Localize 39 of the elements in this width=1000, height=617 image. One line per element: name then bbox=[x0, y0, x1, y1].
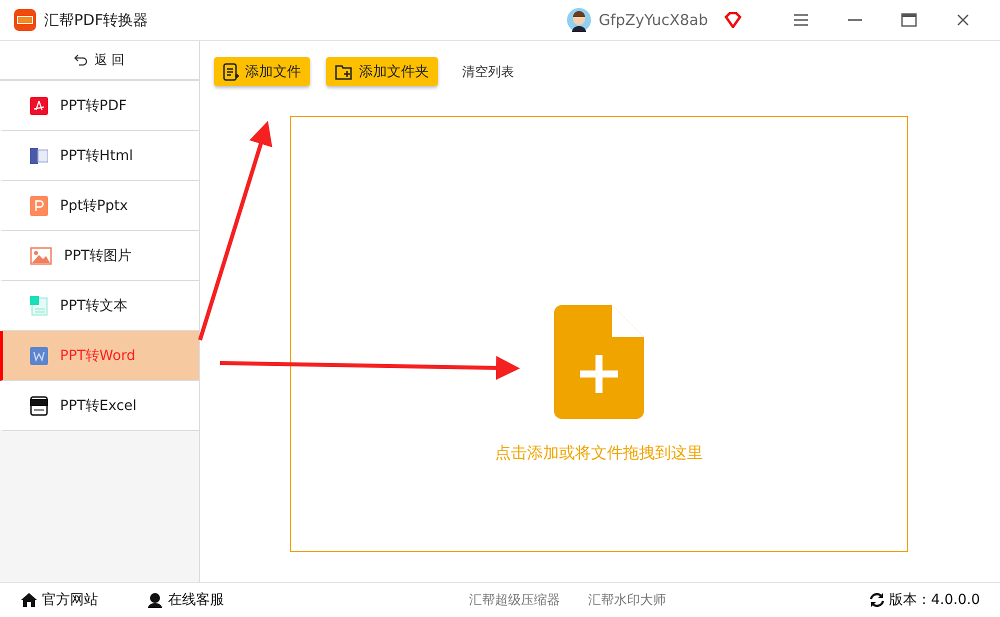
sidebar-item[interactable]: PPT转图片 bbox=[0, 231, 199, 281]
pdf-icon bbox=[30, 96, 48, 114]
sidebar-item[interactable]: PPT转文本 bbox=[0, 281, 199, 331]
sidebar-item[interactable]: PPT转PDF bbox=[0, 81, 199, 131]
back-button[interactable]: 返 回 bbox=[0, 41, 199, 81]
window-title: 汇帮PDF转换器 bbox=[44, 10, 148, 30]
drop-hint: 点击添加或将文件拖拽到这里 bbox=[495, 442, 703, 464]
text-document-icon bbox=[30, 296, 48, 316]
back-arrow-icon bbox=[74, 54, 88, 66]
home-icon bbox=[20, 592, 38, 608]
customer-service-link[interactable]: 在线客服 bbox=[146, 591, 224, 609]
add-file-button[interactable]: 添加文件 bbox=[214, 57, 310, 86]
product-link[interactable]: 汇帮水印大师 bbox=[588, 591, 666, 609]
document-icon bbox=[30, 146, 48, 164]
folder-plus-icon bbox=[335, 64, 353, 80]
sidebar-item[interactable]: PPT转Excel bbox=[0, 381, 199, 431]
clear-list-link[interactable]: 清空列表 bbox=[454, 62, 522, 80]
person-icon bbox=[146, 592, 164, 608]
vip-diamond-icon bbox=[724, 12, 742, 28]
username: GfpZyYucX8ab bbox=[598, 11, 708, 29]
gif-document-icon bbox=[30, 396, 48, 416]
maximize-icon bbox=[901, 13, 917, 27]
product-link[interactable]: 汇帮超级压缩器 bbox=[469, 591, 560, 609]
refresh-icon[interactable] bbox=[869, 592, 886, 608]
app-logo-icon bbox=[14, 9, 36, 31]
website-link[interactable]: 官方网站 bbox=[20, 591, 98, 609]
sidebar-item[interactable]: Ppt转Pptx bbox=[0, 181, 199, 231]
add-folder-button[interactable]: 添加文件夹 bbox=[326, 57, 438, 86]
image-icon bbox=[30, 246, 52, 264]
minimize-icon bbox=[848, 19, 862, 21]
letter-w-icon bbox=[30, 346, 48, 364]
avatar-icon bbox=[566, 8, 591, 32]
add-file-icon bbox=[554, 304, 644, 418]
sidebar-item[interactable]: PPT转Html bbox=[0, 131, 199, 181]
version-text: 版本：4.0.0.0 bbox=[889, 591, 980, 609]
document-plus-icon bbox=[223, 62, 239, 80]
letter-p-icon bbox=[30, 196, 48, 216]
menu-icon bbox=[794, 14, 808, 26]
close-icon bbox=[957, 14, 969, 26]
